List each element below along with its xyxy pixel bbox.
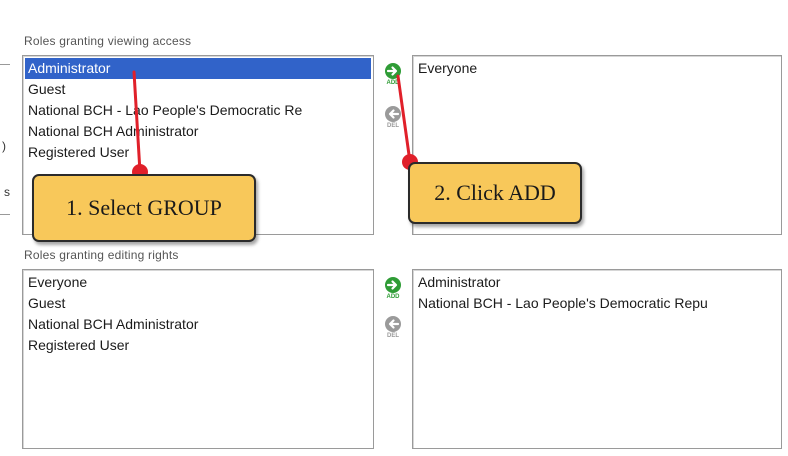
editing-move-buttons: ADD DEL bbox=[380, 276, 406, 348]
editing-available-listbox[interactable]: Everyone Guest National BCH Administrato… bbox=[22, 269, 374, 449]
editing-available-item[interactable]: Everyone bbox=[23, 272, 373, 293]
viewing-assigned-item[interactable]: Everyone bbox=[413, 58, 781, 79]
viewing-available-item[interactable]: Guest bbox=[23, 79, 373, 100]
left-edge-divider bbox=[0, 214, 10, 215]
step1-callout: 1. Select GROUP bbox=[32, 174, 256, 242]
viewing-del-button[interactable]: DEL bbox=[380, 105, 406, 130]
editing-add-button[interactable]: ADD bbox=[380, 276, 406, 301]
viewing-available-item[interactable]: Registered User bbox=[23, 142, 373, 163]
left-arrow-circle-icon bbox=[385, 316, 401, 332]
editing-rights-label: Roles granting editing rights bbox=[24, 248, 179, 262]
right-arrow-circle-icon bbox=[385, 277, 401, 293]
add-button-label: ADD bbox=[386, 80, 400, 86]
editing-assigned-listbox[interactable]: Administrator National BCH - Lao People'… bbox=[412, 269, 782, 449]
left-arrow-circle-icon bbox=[385, 106, 401, 122]
del-button-label: DEL bbox=[387, 123, 399, 129]
viewing-available-item[interactable]: National BCH - Lao People's Democratic R… bbox=[23, 100, 373, 121]
left-edge-divider bbox=[0, 64, 10, 65]
left-edge-s: s bbox=[4, 185, 10, 199]
viewing-available-item[interactable]: Administrator bbox=[25, 58, 371, 79]
editing-assigned-item[interactable]: National BCH - Lao People's Democratic R… bbox=[413, 293, 781, 314]
left-edge-paren: ) bbox=[2, 139, 6, 153]
viewing-access-label: Roles granting viewing access bbox=[24, 34, 192, 48]
viewing-move-buttons: ADD DEL bbox=[380, 62, 406, 138]
right-arrow-circle-icon bbox=[385, 63, 401, 79]
del-button-label: DEL bbox=[387, 333, 399, 339]
editing-del-button[interactable]: DEL bbox=[380, 315, 406, 340]
step2-callout: 2. Click ADD bbox=[408, 162, 582, 224]
editing-available-item[interactable]: Registered User bbox=[23, 335, 373, 356]
editing-available-item[interactable]: Guest bbox=[23, 293, 373, 314]
viewing-available-item[interactable]: National BCH Administrator bbox=[23, 121, 373, 142]
editing-available-item[interactable]: National BCH Administrator bbox=[23, 314, 373, 335]
add-button-label: ADD bbox=[386, 294, 400, 300]
editing-assigned-item[interactable]: Administrator bbox=[413, 272, 781, 293]
viewing-add-button[interactable]: ADD bbox=[380, 62, 406, 87]
